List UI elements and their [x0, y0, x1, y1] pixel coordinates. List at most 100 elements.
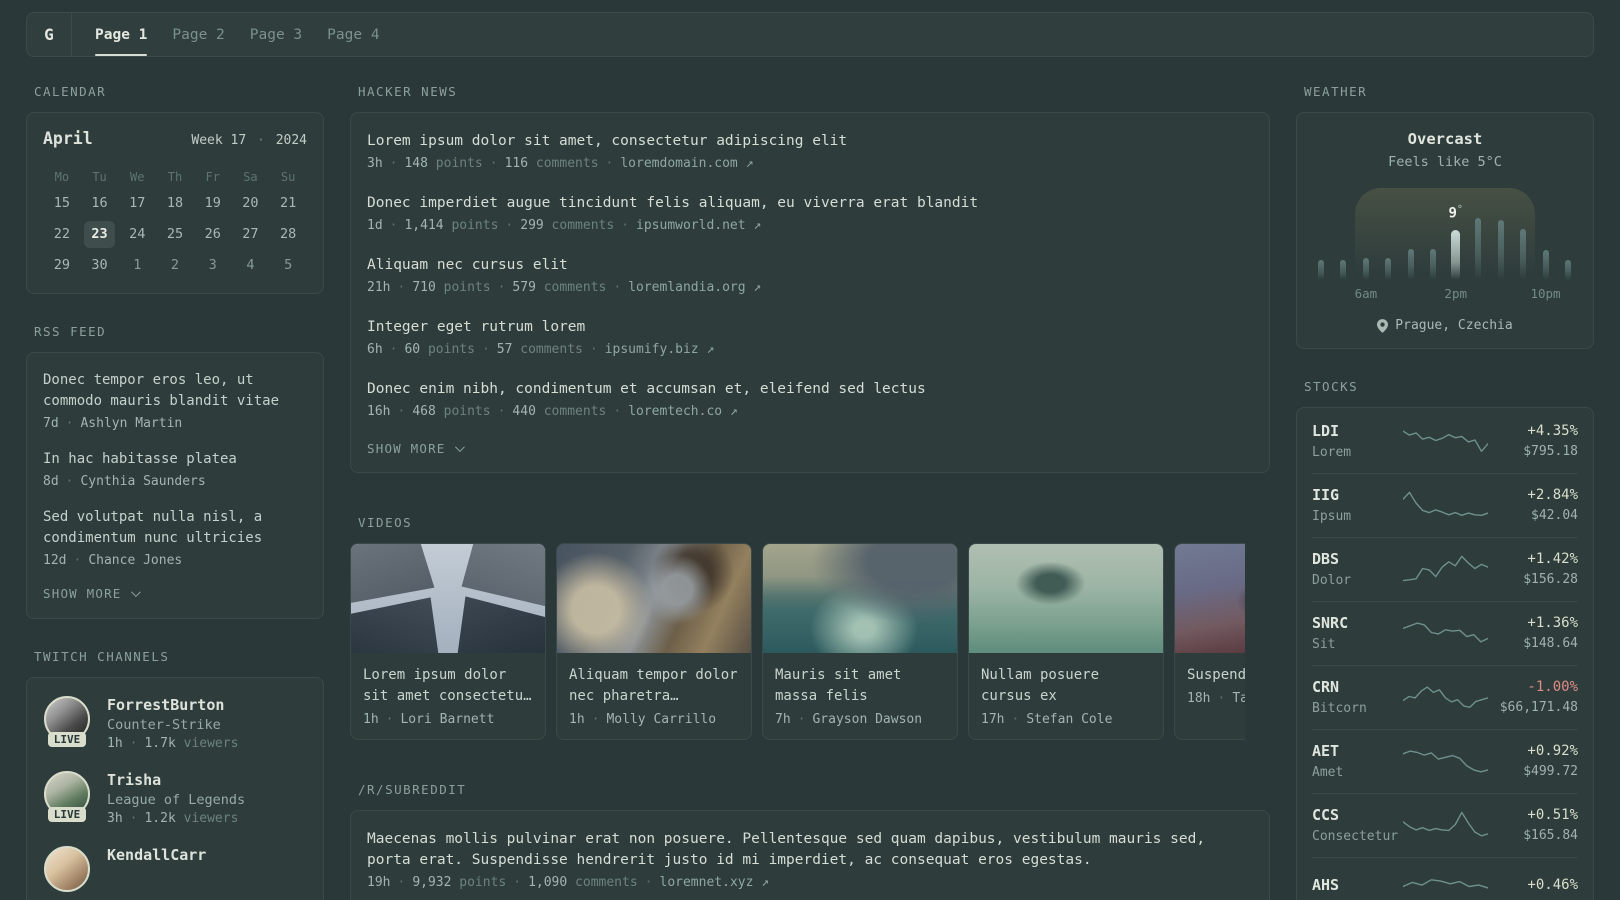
rss-item-title[interactable]: Sed volutpat nulla nisl, a condimentum n… [43, 507, 307, 549]
calendar-weekday: Sa [243, 170, 258, 184]
tab-page-4[interactable]: Page 4 [327, 13, 379, 56]
stock-row[interactable]: AET Amet +0.92% $499.72 [1312, 729, 1578, 793]
item-time: 21h [367, 280, 391, 295]
video-thumbnail[interactable] [557, 544, 751, 653]
video-title[interactable]: Mauris sit amet massa felis [775, 665, 945, 707]
video-title[interactable]: Aliquam tempor dolor nec pharetra… [569, 665, 739, 707]
video-thumbnail[interactable] [1175, 544, 1245, 653]
stock-values: +4.35% $795.18 [1488, 423, 1578, 459]
story-meta: 16h · 468 points · 440 comments · loremtech.co… [367, 404, 1253, 419]
source-domain-link[interactable]: ipsumworld.net [636, 218, 746, 233]
separator-dot: · [591, 712, 600, 727]
story-title[interactable]: Donec enim nibh, condimentum et accumsan… [367, 379, 1253, 400]
video-title[interactable]: Lorem ipsum dolor sit amet consectetu… [363, 665, 533, 707]
video-thumbnail[interactable] [351, 544, 545, 653]
stock-row[interactable]: AHS +0.46% [1312, 857, 1578, 900]
stock-row[interactable]: SNRC Sit +1.36% $148.64 [1312, 601, 1578, 665]
weather-bar [1497, 220, 1504, 280]
hackernews-item: Donec imperdiet augue tincidunt felis al… [367, 193, 1253, 233]
chevron-down-icon [454, 442, 465, 453]
separator-dot: · [397, 404, 406, 419]
twitch-channel-game[interactable]: League of Legends [107, 792, 245, 808]
rss-widget: RSS FEED Donec tempor eros leo, ut commo… [26, 324, 324, 619]
video-time: 17h [981, 712, 1005, 727]
stock-row[interactable]: LDI Lorem +4.35% $795.18 [1312, 410, 1578, 473]
calendar-day: 29 [53, 257, 70, 273]
comments-label: comments [512, 342, 583, 357]
story-meta: 6h · 60 points · 57 comments · ipsumify.biz ↗ [367, 342, 1253, 357]
stock-name: Sit [1312, 637, 1336, 652]
item-time: 19h [367, 875, 391, 890]
tab-page-1[interactable]: Page 1 [95, 13, 148, 56]
avatar[interactable] [44, 846, 90, 892]
weather-bar [1340, 260, 1347, 280]
source-domain-link[interactable]: loremdomain.com [620, 156, 737, 171]
twitch-channel-game[interactable]: Counter-Strike [107, 717, 238, 733]
weather-feels-like: Feels like 5°C [1388, 154, 1502, 170]
separator-dot: · [389, 218, 398, 233]
stock-symbol: DBS [1312, 550, 1340, 568]
source-domain-link[interactable]: loremlandia.org [628, 280, 745, 295]
story-title[interactable]: Donec imperdiet augue tincidunt felis al… [367, 193, 1253, 214]
stock-sparkline [1402, 879, 1488, 889]
points-count: 710 [412, 280, 436, 295]
show-more-label: SHOW MORE [367, 441, 446, 456]
separator-dot: · [73, 553, 82, 568]
calendar-day: 25 [166, 226, 184, 242]
separator-dot: · [257, 133, 265, 148]
item-time: 3h [367, 156, 383, 171]
twitch-channel-info: ForrestBurton Counter-Strike 1h · 1.7k vie… [107, 696, 238, 751]
story-title[interactable]: Lorem ipsum dolor sit amet, consectetur … [367, 131, 1253, 152]
source-domain-link[interactable]: loremtech.co [628, 404, 722, 419]
tab-page-2[interactable]: Page 2 [172, 13, 224, 56]
twitch-channel-meta: 3h · 1.2k viewers [107, 811, 245, 826]
subreddit-post-title[interactable]: Maecenas mollis pulvinar erat non posuer… [367, 829, 1253, 871]
twitch-channel-name[interactable]: ForrestBurton [107, 696, 238, 714]
calendar-day: 1 [133, 257, 142, 273]
stock-row[interactable]: DBS Dolor +1.42% $156.28 [1312, 537, 1578, 601]
item-time: 1d [367, 218, 383, 233]
stock-identity: LDI Lorem [1312, 422, 1403, 460]
video-thumbnail[interactable] [969, 544, 1163, 653]
calendar-day: 16 [91, 195, 108, 211]
comments-count: 1,090 [528, 875, 568, 890]
stream-uptime: 3h [107, 811, 123, 826]
stock-row[interactable]: CCS Consectetur +0.51% $165.84 [1312, 793, 1578, 857]
source-domain-link[interactable]: ipsumify.biz [605, 342, 699, 357]
stocks-card: LDI Lorem +4.35% $795.18 IIG Ipsum +2.84… [1296, 407, 1594, 900]
rss-item: Donec tempor eros leo, ut commodo mauris… [43, 370, 307, 431]
stock-symbol: AET [1312, 742, 1340, 760]
source-domain-link[interactable]: loremnet.xyz [660, 875, 754, 890]
twitch-channel-info: Trisha League of Legends 3h · 1.2k viewers [107, 771, 245, 826]
video-card: Nullam posuere cursus ex 17h · Stefan Cole [968, 543, 1164, 740]
twitch-channel-name[interactable]: KendallCarr [107, 846, 206, 864]
twitch-channel-name[interactable]: Trisha [107, 771, 245, 789]
stock-identity: DBS Dolor [1312, 550, 1403, 588]
rss-show-more-button[interactable]: SHOW MORE [43, 586, 141, 601]
story-title[interactable]: Aliquam nec cursus elit [367, 255, 1253, 276]
rss-item-title[interactable]: In hac habitasse platea [43, 449, 307, 470]
video-body: Nullam posuere cursus ex 17h · Stefan Cole [969, 653, 1163, 739]
video-thumbnail[interactable] [763, 544, 957, 653]
points-count: 1,414 [404, 218, 444, 233]
rss-item-title[interactable]: Donec tempor eros leo, ut commodo mauris… [43, 370, 307, 412]
video-title[interactable]: Suspendisse diam [1187, 665, 1245, 686]
stock-row[interactable]: CRN Bitcorn -1.00% $66,171.48 [1312, 665, 1578, 729]
video-time: 1h [363, 712, 379, 727]
video-title[interactable]: Nullam posuere cursus ex [981, 665, 1151, 707]
rss-item-meta: 12d · Chance Jones [43, 553, 307, 568]
calendar-day: 2 [170, 257, 180, 273]
hackernews-show-more-button[interactable]: SHOW MORE [367, 441, 465, 456]
weather-bar [1318, 260, 1324, 280]
calendar-day-grid: 15 16 17 18 19 20 21 22 23 24 25 26 27 28 29 30 1 2 3 4 5 [43, 188, 307, 281]
stock-row[interactable]: IIG Ipsum +2.84% $42.04 [1312, 473, 1578, 537]
weather-bar [1565, 260, 1571, 280]
dashboard-columns: CALENDAR April Week 17 · 2024 Mo Tu We Th Fr… [26, 84, 1594, 900]
story-title[interactable]: Integer eget rutrum lorem [367, 317, 1253, 338]
time-axis-label: 6am [1354, 286, 1378, 301]
separator-dot: · [129, 736, 138, 751]
tab-page-3[interactable]: Page 3 [250, 13, 302, 56]
comments-label: comments [535, 404, 607, 419]
calendar-day: 4 [246, 257, 255, 273]
stock-symbol: LDI [1312, 422, 1340, 440]
